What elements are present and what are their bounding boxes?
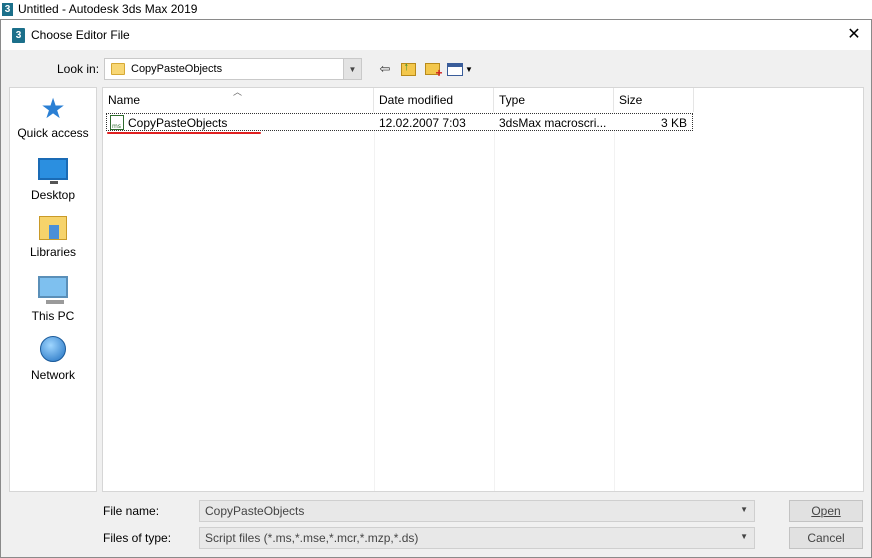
file-type: 3dsMax macroscri... xyxy=(499,116,607,130)
star-icon: ★ xyxy=(40,93,66,124)
chevron-down-icon[interactable]: ▼ xyxy=(740,505,748,514)
column-divider xyxy=(614,112,615,491)
file-name-value: CopyPasteObjects xyxy=(205,504,305,518)
place-label: Libraries xyxy=(29,245,77,259)
create-new-folder-button[interactable] xyxy=(422,60,443,80)
desktop-icon xyxy=(38,158,68,184)
column-label: Size xyxy=(619,93,643,107)
cancel-button-label: Cancel xyxy=(807,531,845,545)
choose-editor-file-dialog: 3 Choose Editor File ✕ Look in: CopyPast… xyxy=(0,19,872,558)
dialog-title: Choose Editor File xyxy=(31,28,130,42)
file-list[interactable]: Name ︿ Date modified Type Size CopyPaste… xyxy=(102,87,864,492)
dialog-titlebar: 3 Choose Editor File ✕ xyxy=(1,20,871,50)
column-divider xyxy=(494,112,495,491)
file-type-select[interactable]: Script files (*.ms,*.mse,*.mcr,*.mzp,*.d… xyxy=(199,527,755,549)
chevron-down-icon[interactable]: ▼ xyxy=(740,532,748,541)
network-icon xyxy=(40,336,66,362)
place-network[interactable]: Network xyxy=(10,336,96,382)
places-bar: ★ Quick access Desktop Libraries This PC… xyxy=(9,87,97,492)
app-titlebar: 3 Untitled - Autodesk 3ds Max 2019 xyxy=(0,0,872,18)
file-name: CopyPasteObjects xyxy=(128,116,228,130)
place-label: This PC xyxy=(31,309,75,323)
file-date: 12.02.2007 7:03 xyxy=(379,116,466,130)
place-label: Quick access xyxy=(17,126,89,140)
computer-icon xyxy=(38,276,68,304)
column-divider xyxy=(374,112,375,491)
app-title: Untitled - Autodesk 3ds Max 2019 xyxy=(18,2,198,16)
annotation-underline xyxy=(107,132,261,134)
place-quick-access[interactable]: ★ Quick access xyxy=(10,93,96,141)
folder-icon xyxy=(111,63,125,75)
view-grid-icon xyxy=(447,62,464,76)
file-type-value: Script files (*.ms,*.mse,*.mcr,*.mzp,*.d… xyxy=(205,531,419,545)
new-folder-icon xyxy=(424,63,443,80)
column-header-size[interactable]: Size xyxy=(614,88,694,112)
cancel-button[interactable]: Cancel xyxy=(789,527,863,549)
folder-up-icon xyxy=(400,61,416,76)
look-in-value: CopyPasteObjects xyxy=(131,63,223,75)
column-label: Date modified xyxy=(379,93,454,107)
open-button[interactable]: Open xyxy=(789,500,863,522)
up-one-level-button[interactable] xyxy=(399,60,417,78)
place-label: Desktop xyxy=(30,188,76,202)
3ds-max-icon: 3 xyxy=(2,2,13,16)
place-this-pc[interactable]: This PC xyxy=(10,276,96,323)
sort-up-icon: ︿ xyxy=(233,87,243,97)
file-size: 3 KB xyxy=(660,116,687,130)
view-menu-button[interactable]: ▼ xyxy=(446,60,474,78)
look-in-combobox[interactable]: CopyPasteObjects ▼ xyxy=(104,58,362,80)
chevron-down-icon[interactable]: ▼ xyxy=(343,59,361,79)
column-label: Name xyxy=(108,93,141,107)
file-name-combobox[interactable]: CopyPasteObjects ▼ xyxy=(199,500,755,522)
place-desktop[interactable]: Desktop xyxy=(10,158,96,202)
back-icon[interactable]: ⇦ xyxy=(377,60,393,78)
place-libraries[interactable]: Libraries xyxy=(10,216,96,259)
3ds-max-icon: 3 xyxy=(12,27,25,43)
close-icon[interactable]: ✕ xyxy=(845,26,863,44)
place-label: Network xyxy=(30,368,75,382)
chevron-down-icon: ▼ xyxy=(465,64,473,74)
look-in-label: Look in: xyxy=(57,62,100,76)
file-row[interactable]: CopyPasteObjects 12.02.2007 7:03 3dsMax … xyxy=(106,113,693,131)
column-label: Type xyxy=(499,93,526,107)
file-name-label: File name: xyxy=(103,504,160,518)
column-header-date[interactable]: Date modified xyxy=(374,88,494,112)
maxscript-file-icon xyxy=(110,115,124,130)
column-header-type[interactable]: Type xyxy=(494,88,614,112)
libraries-icon xyxy=(39,216,67,240)
open-button-label: Open xyxy=(811,504,841,518)
file-type-label: Files of type: xyxy=(103,531,172,545)
column-header-name[interactable]: Name ︿ xyxy=(103,88,374,112)
